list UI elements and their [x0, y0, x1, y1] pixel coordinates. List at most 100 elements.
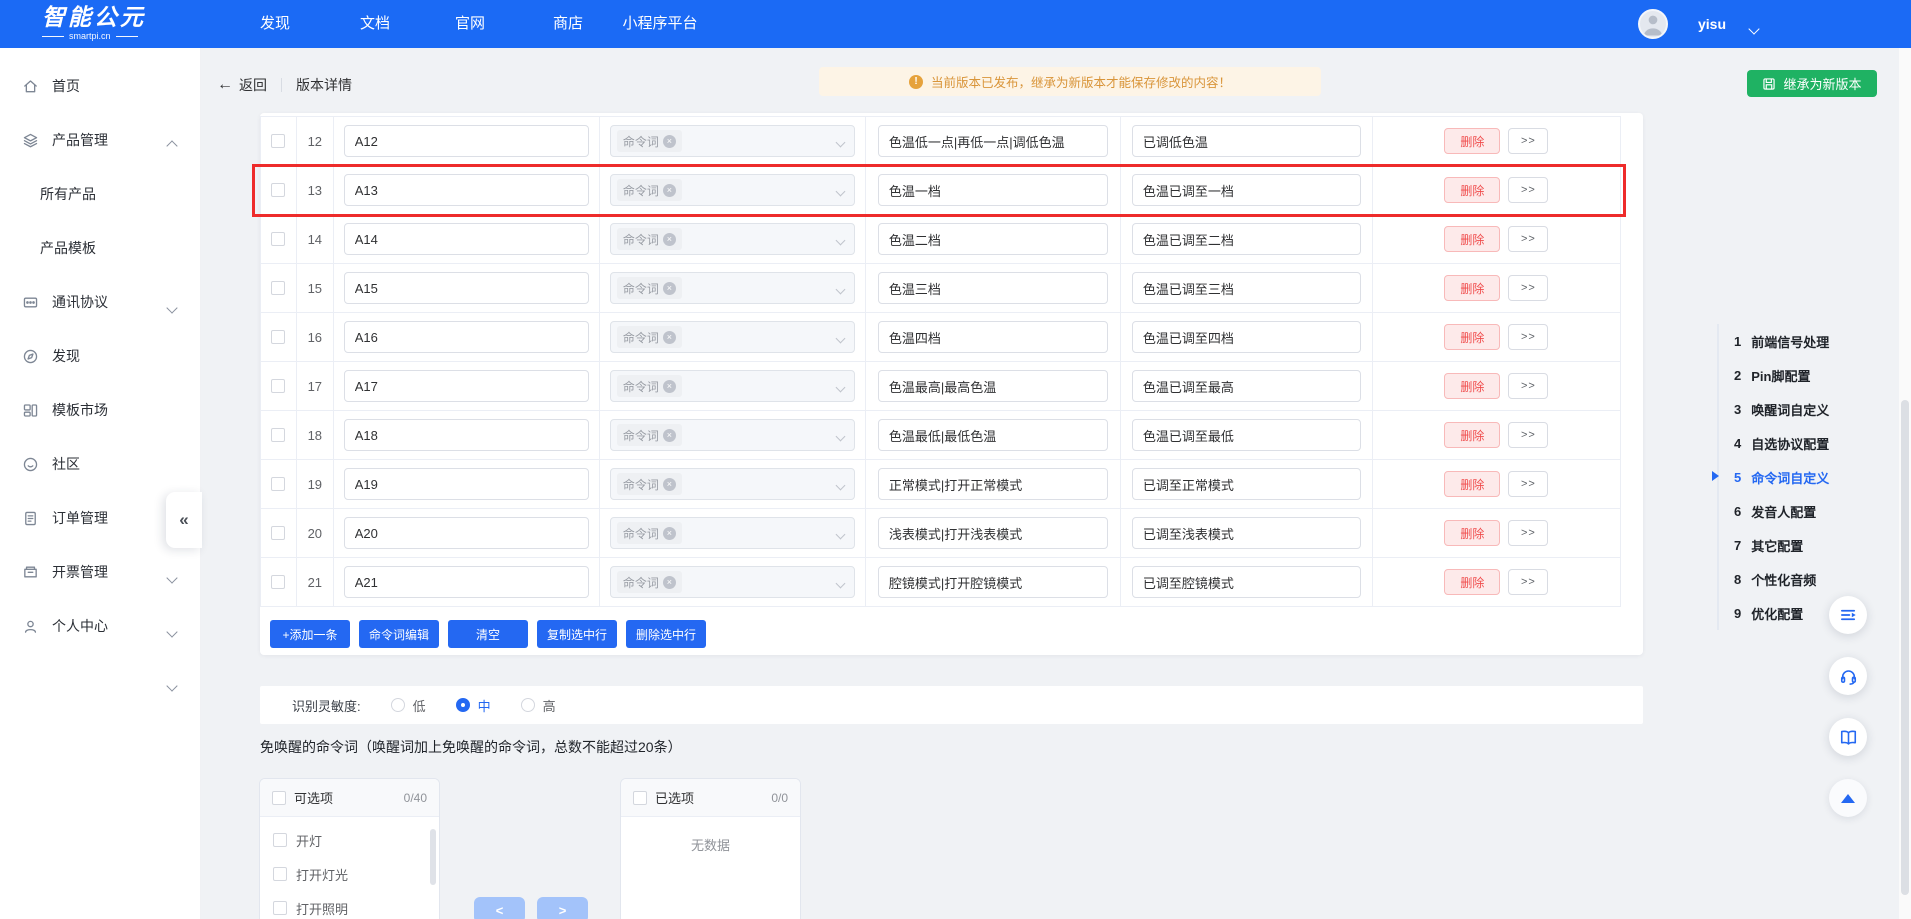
sidebar-item[interactable]: 发现 [0, 336, 200, 376]
sidebar-item[interactable]: 产品管理 [0, 120, 200, 160]
reply-input[interactable] [1132, 223, 1361, 255]
sidebar-item[interactable]: 社区 [0, 444, 200, 484]
type-select[interactable]: 命令词× [610, 566, 855, 598]
sidebar-item[interactable]: 通讯协议 [0, 282, 200, 322]
item-checkbox[interactable] [273, 867, 287, 881]
delete-row-button[interactable]: 删除 [1444, 569, 1500, 595]
floating-button[interactable] [1829, 596, 1867, 634]
list-item[interactable]: 开灯 [260, 823, 439, 857]
delete-row-button[interactable]: 删除 [1444, 324, 1500, 350]
reply-input[interactable] [1132, 321, 1361, 353]
tag-close-icon[interactable]: × [663, 429, 676, 442]
navbar-item[interactable]: 发现 [260, 0, 290, 48]
type-select[interactable]: 命令词× [610, 517, 855, 549]
row-checkbox[interactable] [271, 232, 285, 246]
floating-button[interactable] [1829, 718, 1867, 756]
tag-close-icon[interactable]: × [663, 478, 676, 491]
expand-row-button[interactable]: >> [1508, 520, 1548, 546]
code-input[interactable] [344, 370, 589, 402]
sidebar-item[interactable]: 所有产品 [0, 174, 200, 214]
list-item[interactable]: 打开照明 [260, 891, 439, 919]
user-menu-chevron-icon[interactable] [1750, 20, 1758, 38]
delete-row-button[interactable]: 删除 [1444, 177, 1500, 203]
expand-row-button[interactable]: >> [1508, 177, 1548, 203]
type-select[interactable]: 命令词× [610, 272, 855, 304]
tag-close-icon[interactable]: × [663, 576, 676, 589]
reply-input[interactable] [1132, 125, 1361, 157]
code-input[interactable] [344, 125, 589, 157]
step-nav-item[interactable]: 2 Pin脚配置 [1734, 358, 1887, 392]
row-checkbox[interactable] [271, 379, 285, 393]
code-input[interactable] [344, 272, 589, 304]
sidebar-item[interactable]: 产品模板 [0, 228, 200, 268]
reply-input[interactable] [1132, 272, 1361, 304]
delete-row-button[interactable]: 删除 [1444, 128, 1500, 154]
back-button[interactable]: ← 返回 [217, 75, 267, 95]
move-right-button[interactable]: > [537, 897, 588, 919]
expand-row-button[interactable]: >> [1508, 373, 1548, 399]
floating-button[interactable] [1829, 779, 1867, 817]
tag-close-icon[interactable]: × [663, 380, 676, 393]
step-nav-item[interactable]: 4 自选协议配置 [1734, 426, 1887, 460]
type-select[interactable]: 命令词× [610, 125, 855, 157]
type-select[interactable]: 命令词× [610, 468, 855, 500]
delete-row-button[interactable]: 删除 [1444, 471, 1500, 497]
delete-row-button[interactable]: 删除 [1444, 422, 1500, 448]
code-input[interactable] [344, 321, 589, 353]
sensitivity-radio[interactable]: 低 [391, 696, 426, 715]
sensitivity-radio[interactable]: 中 [456, 696, 491, 715]
type-select[interactable]: 命令词× [610, 370, 855, 402]
brand-logo[interactable]: 智能公元 smartpi.cn [42, 4, 146, 42]
tag-close-icon[interactable]: × [663, 527, 676, 540]
reply-input[interactable] [1132, 370, 1361, 402]
sidebar-item[interactable]: 个人中心 [0, 606, 200, 646]
type-select[interactable]: 命令词× [610, 321, 855, 353]
expand-row-button[interactable]: >> [1508, 275, 1548, 301]
command-input[interactable] [878, 370, 1108, 402]
command-input[interactable] [878, 223, 1108, 255]
navbar-item[interactable]: 文档 [360, 0, 390, 48]
tag-close-icon[interactable]: × [663, 184, 676, 197]
expand-row-button[interactable]: >> [1508, 569, 1548, 595]
reply-input[interactable] [1132, 566, 1361, 598]
sidebar-item[interactable]: 开票管理 [0, 552, 200, 592]
navbar-item[interactable]: 官网 [455, 0, 485, 48]
item-checkbox[interactable] [273, 901, 287, 915]
table-action-button[interactable]: 命令词编辑 [359, 620, 439, 648]
list-item[interactable]: 打开灯光 [260, 857, 439, 891]
inherit-new-version-button[interactable]: 继承为新版本 [1747, 70, 1877, 97]
delete-row-button[interactable]: 删除 [1444, 275, 1500, 301]
navbar-item[interactable]: 小程序平台 [622, 0, 697, 48]
command-input[interactable] [878, 174, 1108, 206]
table-action-button[interactable]: 清空 [448, 620, 528, 648]
username[interactable]: yisu [1698, 0, 1726, 48]
delete-row-button[interactable]: 删除 [1444, 373, 1500, 399]
row-checkbox[interactable] [271, 134, 285, 148]
code-input[interactable] [344, 174, 589, 206]
type-select[interactable]: 命令词× [610, 223, 855, 255]
delete-row-button[interactable]: 删除 [1444, 226, 1500, 252]
row-checkbox[interactable] [271, 330, 285, 344]
avatar[interactable] [1638, 9, 1668, 39]
step-nav-item[interactable]: 5 命令词自定义 [1734, 460, 1887, 494]
command-input[interactable] [878, 468, 1108, 500]
sidebar-item[interactable]: 模板市场 [0, 390, 200, 430]
reply-input[interactable] [1132, 517, 1361, 549]
target-select-all-checkbox[interactable] [633, 791, 647, 805]
code-input[interactable] [344, 566, 589, 598]
command-input[interactable] [878, 419, 1108, 451]
expand-row-button[interactable]: >> [1508, 226, 1548, 252]
navbar-item[interactable]: 商店 [553, 0, 583, 48]
expand-row-button[interactable]: >> [1508, 128, 1548, 154]
tag-close-icon[interactable]: × [663, 282, 676, 295]
floating-button[interactable] [1829, 657, 1867, 695]
row-checkbox[interactable] [271, 428, 285, 442]
page-scrollbar-thumb[interactable] [1901, 400, 1909, 895]
expand-row-button[interactable]: >> [1508, 471, 1548, 497]
command-input[interactable] [878, 566, 1108, 598]
type-select[interactable]: 命令词× [610, 419, 855, 451]
code-input[interactable] [344, 468, 589, 500]
item-checkbox[interactable] [273, 833, 287, 847]
sidebar-collapse-button[interactable]: « [166, 492, 202, 548]
command-input[interactable] [878, 272, 1108, 304]
